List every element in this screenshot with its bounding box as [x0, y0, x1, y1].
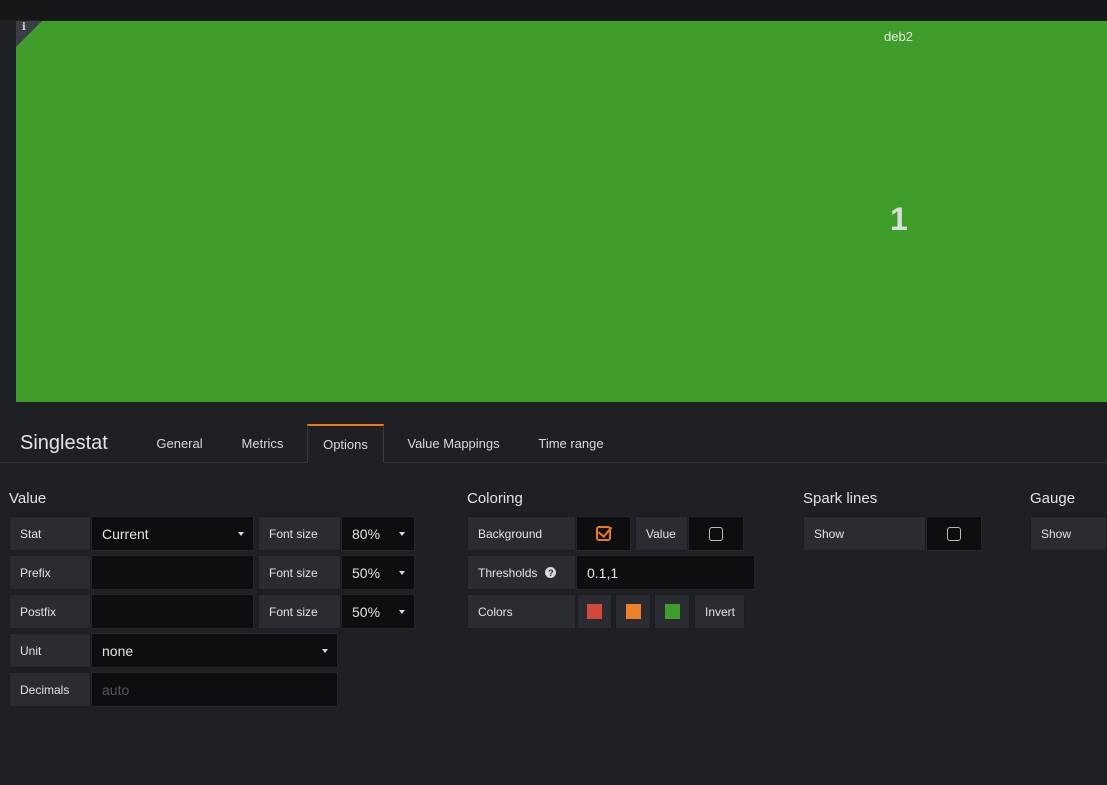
tab-general[interactable]: General [142, 424, 217, 463]
unit-label: Unit [9, 633, 91, 668]
tab-options[interactable]: Options [307, 424, 384, 463]
value-font-size-label: Font size [258, 516, 341, 551]
postfix-font-size-select[interactable]: 50% [341, 594, 415, 629]
editor-title: Singlestat [20, 432, 108, 454]
tab-value-mappings[interactable]: Value Mappings [391, 424, 516, 463]
tab-metrics[interactable]: Metrics [225, 424, 300, 463]
value-color-label: Value [635, 516, 688, 551]
decimals-label: Decimals [9, 672, 91, 707]
spark-lines-section-title: Spark lines [803, 490, 878, 507]
stat-select[interactable]: Current [91, 516, 254, 551]
postfix-font-size-value: 50% [352, 603, 381, 620]
info-icon[interactable]: i [22, 22, 26, 33]
help-icon[interactable]: ? [545, 567, 557, 578]
prefix-input[interactable] [91, 555, 254, 590]
stat-label: Stat [9, 516, 91, 551]
value-font-size-value: 80% [352, 525, 381, 542]
checkmark-icon [596, 526, 611, 541]
caret-down-icon [322, 649, 328, 653]
caret-down-icon [399, 571, 405, 575]
postfix-label: Postfix [9, 594, 91, 629]
caret-down-icon [238, 532, 244, 536]
panel-stat-value: 1 [890, 201, 908, 237]
prefix-font-size-select[interactable]: 50% [341, 555, 415, 590]
color-swatch-1[interactable] [577, 594, 612, 629]
prefix-label: Prefix [9, 555, 91, 590]
value-color-checkbox[interactable] [688, 516, 744, 551]
thresholds-label-text: Thresholds [478, 565, 538, 580]
postfix-font-size-label: Font size [258, 594, 341, 629]
color-swatch-red [587, 604, 602, 619]
coloring-section-title: Coloring [467, 490, 523, 507]
checkbox-empty-icon [709, 526, 723, 541]
value-font-size-select[interactable]: 80% [341, 516, 415, 551]
checkbox-empty-icon [947, 526, 961, 541]
gauge-section-title: Gauge [1030, 490, 1076, 507]
top-bar [0, 0, 1107, 20]
unit-select-value: none [102, 642, 134, 659]
spark-show-label: Show [803, 516, 926, 551]
spark-show-checkbox[interactable] [926, 516, 982, 551]
thresholds-input[interactable]: 0.1,1 [576, 555, 755, 590]
caret-down-icon [399, 610, 405, 614]
background-checkbox[interactable] [576, 516, 631, 551]
prefix-font-size-label: Font size [258, 555, 341, 590]
gauge-show-label: Show [1030, 516, 1107, 551]
unit-select[interactable]: none [91, 633, 338, 668]
color-swatch-orange [625, 604, 641, 619]
postfix-input[interactable] [91, 594, 254, 629]
color-swatch-green [664, 604, 680, 619]
tab-time-range[interactable]: Time range [524, 424, 618, 463]
invert-button[interactable]: Invert [694, 594, 745, 629]
color-swatch-3[interactable] [654, 594, 690, 629]
value-section-title: Value [9, 490, 47, 507]
caret-down-icon [399, 532, 405, 536]
prefix-font-size-value: 50% [352, 564, 381, 581]
panel-info-corner[interactable] [16, 21, 42, 47]
colors-label: Colors [467, 594, 576, 629]
stat-select-value: Current [102, 525, 149, 542]
thresholds-label: Thresholds ? [467, 555, 576, 590]
color-swatch-2[interactable] [615, 594, 651, 629]
background-label: Background [467, 516, 576, 551]
decimals-input[interactable]: auto [91, 672, 338, 707]
singlestat-panel: i deb2 1 [16, 21, 1107, 402]
panel-title[interactable]: deb2 [884, 29, 913, 44]
